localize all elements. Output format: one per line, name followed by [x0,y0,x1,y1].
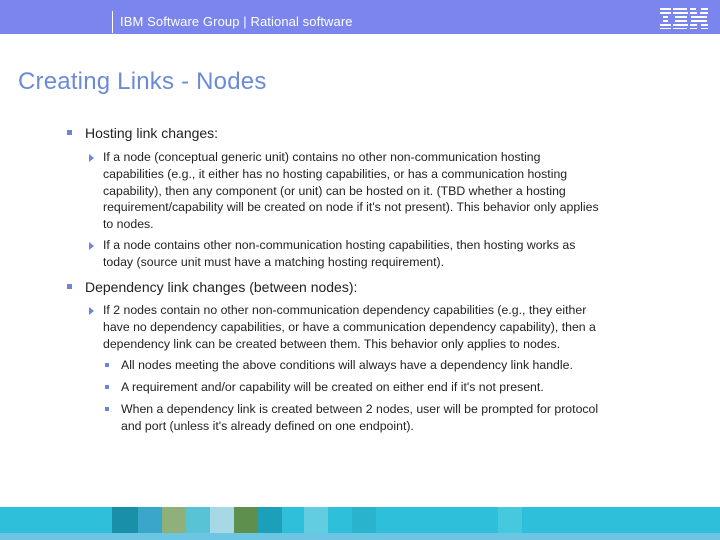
text-line: If a node (conceptual generic unit) cont… [103,150,541,164]
dependency-subitem-2: A requirement and/or capability will be … [121,379,544,396]
section-bullet [67,130,72,135]
text-line: If 2 nodes contain no other non-communic… [103,303,587,317]
dependency-subitem-3: When a dependency link is created betwee… [121,401,598,435]
footer-tile-image [304,507,328,533]
text-line: to nodes. [103,217,154,232]
item-bullet [89,307,94,315]
subitem-bullet [105,407,109,411]
section-heading-dependency: Dependency link changes (between nodes): [85,279,358,295]
text-line: capabilities (e.g., it either has no hos… [103,166,568,181]
section-bullet [67,284,72,289]
footer-tile-image [210,507,234,533]
footer-tile-image [186,507,210,533]
header-text: IBM Software Group | Rational software [120,14,353,29]
footer-tile-image [162,507,186,533]
slide-title: Creating Links - Nodes [18,68,267,95]
text-line: and port (unless it's already defined on… [121,418,414,433]
text-line: today (source unit must have a matching … [103,254,445,269]
text-line: When a dependency link is created betwee… [121,402,599,416]
text-line: A requirement and/or capability will be … [121,380,544,394]
hosting-item-2: If a node contains other non-communicati… [103,237,575,271]
subitem-bullet [105,385,109,389]
section-heading-hosting: Hosting link changes: [85,125,219,141]
footer-tile-image [352,507,376,533]
item-bullet [89,154,94,162]
dependency-subitem-1: All nodes meeting the above conditions w… [121,357,573,374]
dependency-item-1: If 2 nodes contain no other non-communic… [103,302,596,352]
text-line: All nodes meeting the above conditions w… [121,358,573,372]
footer-tile-image [234,507,258,533]
footer-tile-image [138,507,162,533]
footer-tile-image [112,507,138,533]
text-line: have no dependency capabilities, or have… [103,319,596,334]
item-bullet [89,242,94,250]
text-line: requirement/capability will be created o… [103,200,599,215]
hosting-item-1: If a node (conceptual generic unit) cont… [103,149,599,233]
header-divider [112,11,113,33]
subitem-bullet [105,363,109,367]
header-bar: IBM Software Group | Rational software [0,0,720,34]
footer-tile-image [258,507,282,533]
footer-stripe [0,533,720,540]
text-line: If a node contains other non-communicati… [103,238,576,252]
text-line: capability), then any component (or unit… [103,183,566,198]
footer-tile-image [498,507,522,533]
text-line: dependency link can be created between t… [103,336,561,351]
ibm-logo [660,8,708,29]
